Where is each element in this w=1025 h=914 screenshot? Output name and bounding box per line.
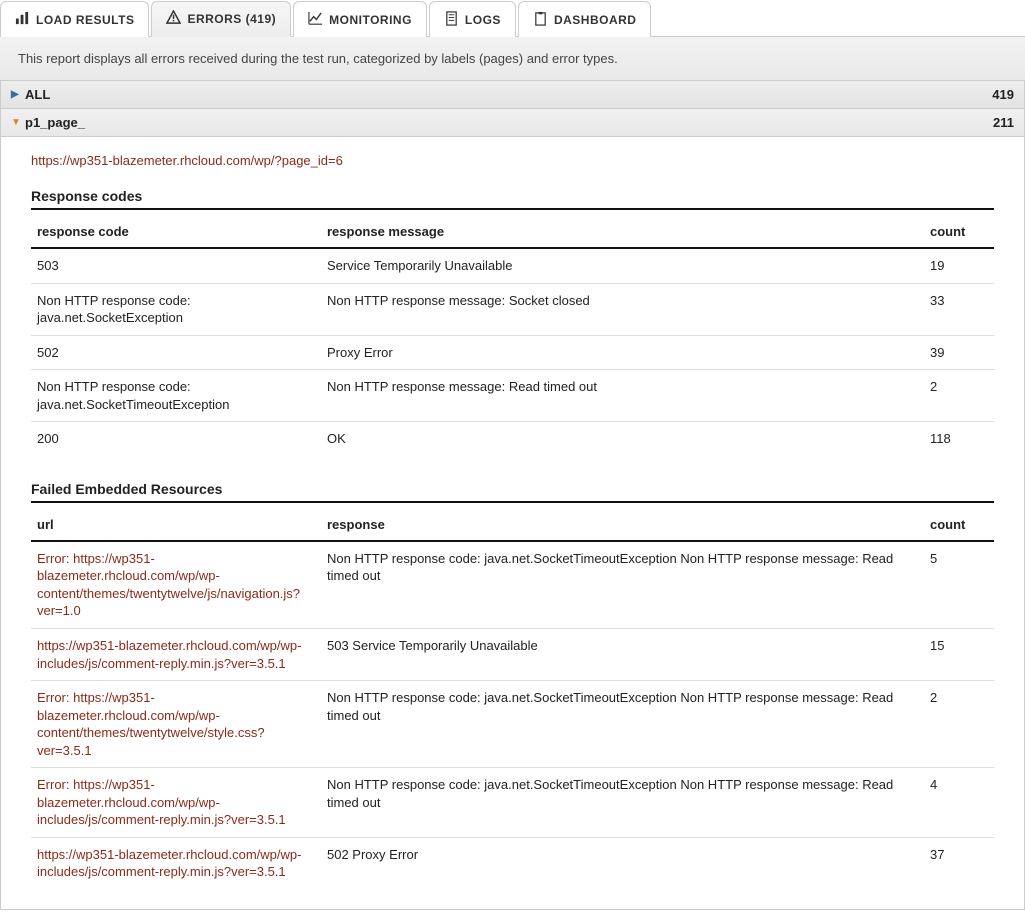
cell-message: Service Temporarily Unavailable — [321, 248, 924, 283]
cell-response: Non HTTP response code: java.net.SocketT… — [321, 681, 924, 768]
tab-logs[interactable]: LOGS — [429, 1, 516, 37]
table-row: 200 OK 118 — [31, 422, 994, 456]
table-row: 502 Proxy Error 39 — [31, 335, 994, 370]
table-row: Error: https://wp351-blazemeter.rhcloud.… — [31, 541, 994, 629]
tab-load-results[interactable]: LOAD RESULTS — [0, 1, 149, 37]
cell-url: https://wp351-blazemeter.rhcloud.com/wp/… — [31, 629, 321, 681]
cell-response: Non HTTP response code: java.net.SocketT… — [321, 768, 924, 838]
accordion-count: 419 — [992, 87, 1014, 102]
page-url: https://wp351-blazemeter.rhcloud.com/wp/… — [31, 147, 994, 178]
cell-code: Non HTTP response code: java.net.SocketT… — [31, 370, 321, 422]
tab-bar: LOAD RESULTS ERRORS (419) MONITORING LOG… — [0, 0, 1025, 37]
document-icon — [444, 11, 459, 29]
section-title-failed-resources: Failed Embedded Resources — [31, 481, 994, 503]
cell-response: 503 Service Temporarily Unavailable — [321, 629, 924, 681]
cell-url: Error: https://wp351-blazemeter.rhcloud.… — [31, 681, 321, 768]
cell-message: Non HTTP response message: Read timed ou… — [321, 370, 924, 422]
cell-count: 33 — [924, 283, 994, 335]
cell-count: 2 — [924, 681, 994, 768]
cell-message: Proxy Error — [321, 335, 924, 370]
table-row: Error: https://wp351-blazemeter.rhcloud.… — [31, 768, 994, 838]
accordion-label: p1_page_ — [25, 115, 993, 130]
table-row: https://wp351-blazemeter.rhcloud.com/wp/… — [31, 629, 994, 681]
accordion-count: 211 — [993, 115, 1014, 130]
accordion-detail: https://wp351-blazemeter.rhcloud.com/wp/… — [1, 137, 1024, 909]
th-count: count — [924, 507, 994, 541]
table-row: 503 Service Temporarily Unavailable 19 — [31, 248, 994, 283]
tab-dashboard[interactable]: DASHBOARD — [518, 1, 652, 37]
tab-errors[interactable]: ERRORS (419) — [151, 1, 291, 37]
th-response-message: response message — [321, 214, 924, 248]
cell-count: 4 — [924, 768, 994, 838]
table-row: Non HTTP response code: java.net.SocketE… — [31, 283, 994, 335]
th-url: url — [31, 507, 321, 541]
table-row: https://wp351-blazemeter.rhcloud.com/wp/… — [31, 837, 994, 889]
clipboard-icon — [533, 11, 548, 29]
tab-label: LOGS — [465, 13, 501, 27]
warning-icon — [166, 10, 181, 28]
tab-label: MONITORING — [329, 13, 412, 27]
cell-count: 37 — [924, 837, 994, 889]
cell-code: 200 — [31, 422, 321, 456]
tab-monitoring[interactable]: MONITORING — [293, 1, 427, 37]
accordion-p1-page[interactable]: ▼ p1_page_ 211 — [1, 109, 1024, 137]
tab-label: LOAD RESULTS — [36, 13, 134, 27]
accordion-all[interactable]: ▶ ALL 419 — [1, 81, 1024, 109]
th-response: response — [321, 507, 924, 541]
cell-code: Non HTTP response code: java.net.SocketE… — [31, 283, 321, 335]
cell-count: 39 — [924, 335, 994, 370]
cell-count: 15 — [924, 629, 994, 681]
section-title-response-codes: Response codes — [31, 188, 994, 210]
cell-url: https://wp351-blazemeter.rhcloud.com/wp/… — [31, 837, 321, 889]
chevron-down-icon: ▼ — [11, 117, 25, 128]
cell-count: 118 — [924, 422, 994, 456]
th-count: count — [924, 214, 994, 248]
cell-response: 502 Proxy Error — [321, 837, 924, 889]
tab-label: ERRORS (419) — [187, 12, 276, 26]
content-panel: ▶ ALL 419 ▼ p1_page_ 211 https://wp351-b… — [0, 81, 1025, 910]
cell-response: Non HTTP response code: java.net.SocketT… — [321, 541, 924, 629]
cell-message: Non HTTP response message: Socket closed — [321, 283, 924, 335]
accordion-label: ALL — [25, 87, 992, 102]
failed-resources-table: url response count Error: https://wp351-… — [31, 507, 994, 889]
report-description: This report displays all errors received… — [0, 37, 1025, 81]
cell-url: Error: https://wp351-blazemeter.rhcloud.… — [31, 768, 321, 838]
response-codes-table: response code response message count 503… — [31, 214, 994, 456]
cell-count: 5 — [924, 541, 994, 629]
cell-count: 2 — [924, 370, 994, 422]
cell-code: 502 — [31, 335, 321, 370]
tab-label: DASHBOARD — [554, 13, 637, 27]
cell-count: 19 — [924, 248, 994, 283]
bar-chart-icon — [15, 11, 30, 29]
cell-code: 503 — [31, 248, 321, 283]
table-row: Error: https://wp351-blazemeter.rhcloud.… — [31, 681, 994, 768]
line-chart-icon — [308, 11, 323, 29]
table-row: Non HTTP response code: java.net.SocketT… — [31, 370, 994, 422]
chevron-right-icon: ▶ — [11, 89, 25, 100]
cell-url: Error: https://wp351-blazemeter.rhcloud.… — [31, 541, 321, 629]
th-response-code: response code — [31, 214, 321, 248]
cell-message: OK — [321, 422, 924, 456]
